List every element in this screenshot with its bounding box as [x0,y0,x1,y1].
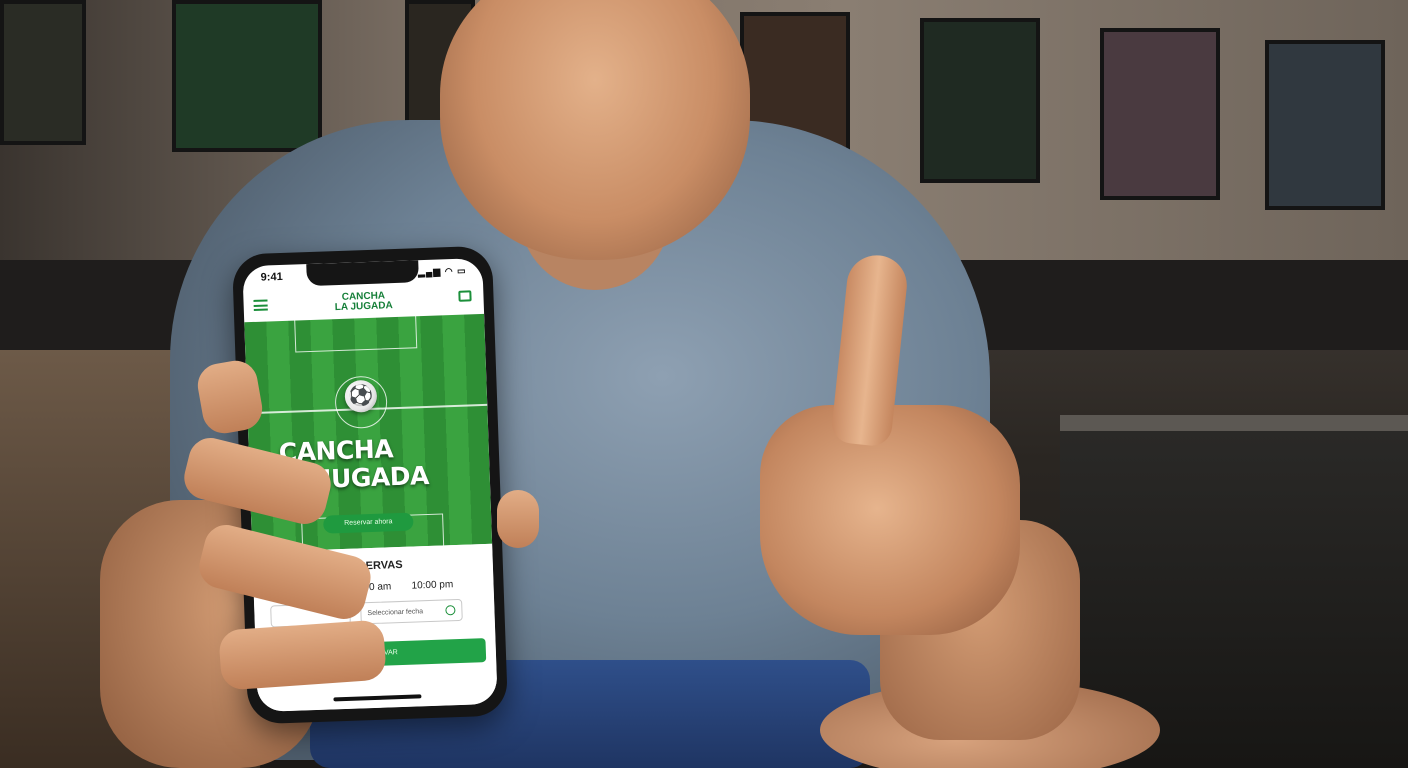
thumbs-up-hand [760,405,1020,635]
phone-notch [306,260,419,287]
app-brand: CANCHA LA JUGADA [243,288,484,316]
home-indicator [333,694,422,702]
finger [497,490,539,548]
signal-icon: ▂▄▆ ◠ ▭ [417,265,467,278]
date-input[interactable]: Seleccionar fecha [360,598,463,625]
penalty-box-line [294,312,418,353]
status-time: 9:41 [260,270,283,284]
chat-icon[interactable] [458,290,472,302]
reserve-now-button[interactable]: Reservar ahora [323,512,414,534]
finger [218,619,387,691]
photo-scene: 9:41 ▂▄▆ ◠ ▭ CANCHA LA JUGADA ⚽ CANCHA L… [0,0,1408,768]
date-input-placeholder: Seleccionar fecha [367,608,424,618]
add-icon[interactable] [445,605,456,616]
time-slot[interactable]: 10:00 pm [411,579,453,591]
